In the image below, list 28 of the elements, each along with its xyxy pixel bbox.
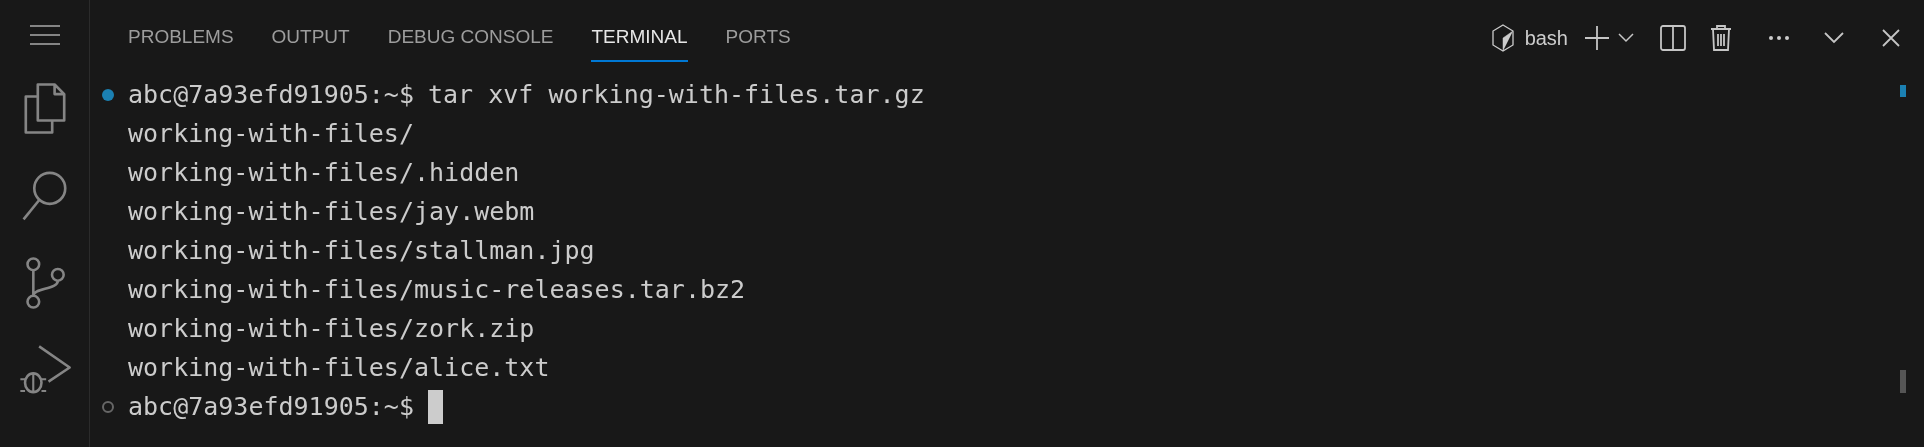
terminal-output-line: working-with-files/ bbox=[128, 117, 414, 150]
scroll-marker bbox=[1900, 85, 1906, 97]
terminal-output-line: working-with-files/jay.webm bbox=[128, 195, 535, 228]
panel-tab[interactable]: DEBUG CONSOLE bbox=[387, 12, 554, 63]
terminal-prompt: abc@7a93efd91905:~$ bbox=[128, 390, 414, 423]
source-control-icon[interactable] bbox=[23, 256, 66, 310]
panel-tab[interactable]: OUTPUT bbox=[271, 12, 350, 63]
terminal-prompt: abc@7a93efd91905:~$ bbox=[128, 78, 414, 111]
terminal-output-line: working-with-files/alice.txt bbox=[128, 351, 550, 384]
panel-tab[interactable]: TERMINAL bbox=[591, 12, 688, 63]
chevron-down-icon[interactable] bbox=[1618, 32, 1634, 43]
scrollbar-thumb[interactable] bbox=[1900, 370, 1906, 393]
menu-icon[interactable] bbox=[28, 22, 61, 48]
trash-icon[interactable] bbox=[1710, 24, 1732, 51]
panel-tab[interactable]: PROBLEMS bbox=[128, 12, 234, 63]
split-icon[interactable] bbox=[1660, 24, 1686, 51]
terminal-selector[interactable]: bash bbox=[1490, 22, 1568, 53]
terminal-command: tar xvf working-with-files.tar.gz bbox=[428, 78, 925, 111]
terminal-output-line: working-with-files/stallman.jpg bbox=[128, 234, 595, 267]
terminal-output-line: working-with-files/zork.zip bbox=[128, 312, 535, 345]
plus-icon[interactable] bbox=[1584, 24, 1610, 51]
chevron-down-icon[interactable] bbox=[1824, 31, 1844, 44]
more-icon[interactable] bbox=[1768, 34, 1790, 41]
panel-tab[interactable]: PORTS bbox=[725, 12, 791, 63]
terminal-output-line: working-with-files/.hidden bbox=[128, 156, 520, 189]
terminal-output-line: working-with-files/music-releases.tar.bz2 bbox=[128, 273, 746, 306]
terminal-icon bbox=[1490, 23, 1515, 52]
close-icon[interactable] bbox=[1882, 28, 1900, 47]
